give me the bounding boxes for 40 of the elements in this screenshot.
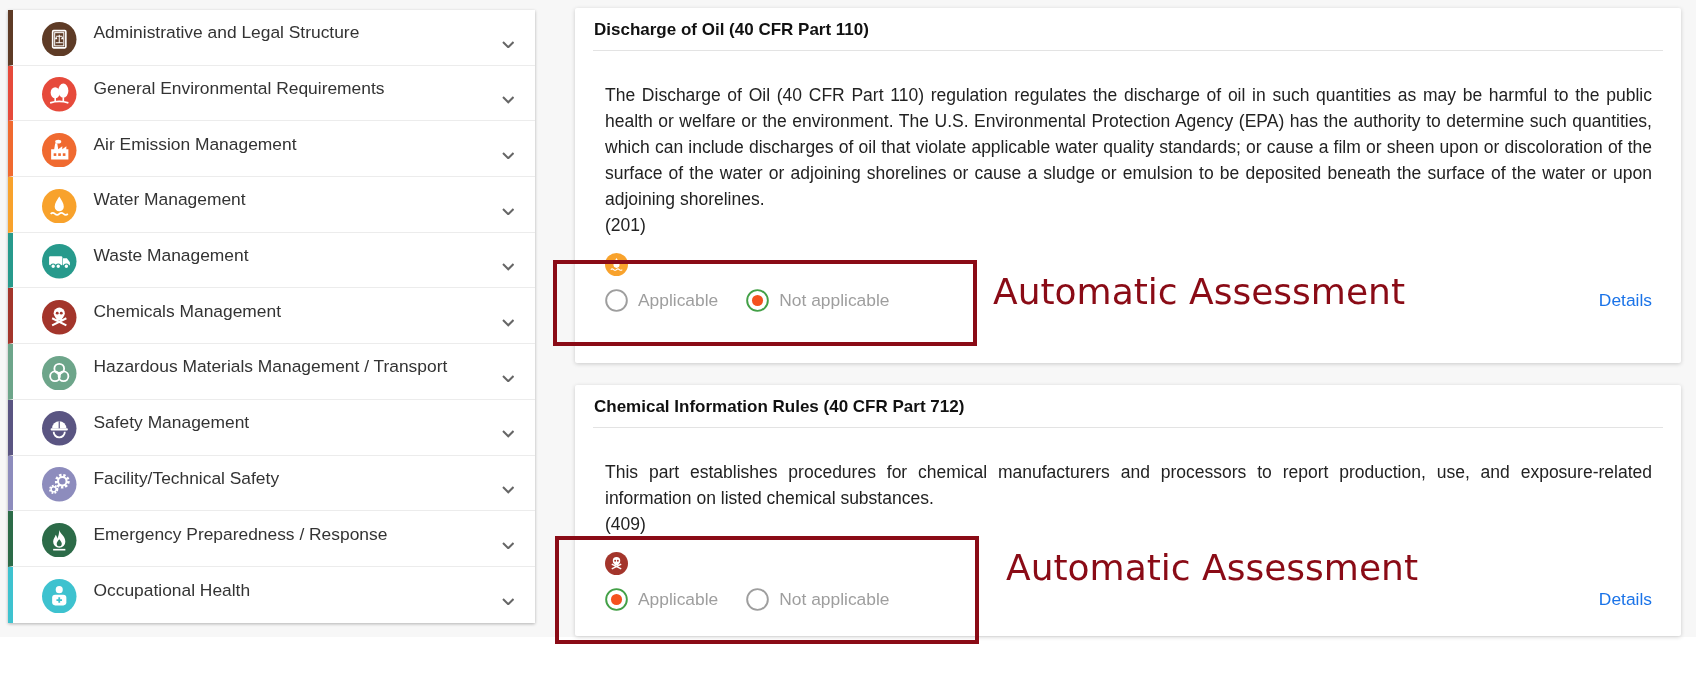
reference-number: (409) [605,512,647,536]
chevron-icon[interactable] [501,40,514,49]
chevron-icon[interactable] [501,541,514,550]
chevron-icon[interactable] [501,430,514,438]
radio-button[interactable] [746,289,770,312]
radio-button[interactable] [746,587,770,611]
reference-number: (201) [605,214,647,237]
chevron-icon[interactable] [501,151,514,160]
chevron-icon[interactable] [501,263,514,271]
radio-label: Not applicable [779,290,890,311]
radio-label: Not applicable [779,588,890,610]
card-title: Discharge of Oil (40 CFR Part 110) [593,20,870,40]
radio-button[interactable] [605,289,628,312]
radio-label: Applicable [638,588,719,610]
radio-label: Applicable [638,290,719,311]
details-link[interactable]: Details [1598,290,1652,311]
category-accordion-header[interactable]: Emergency Preparedness / Response [8,511,535,567]
category-accordion-header[interactable]: Occupational Health [8,566,535,623]
card-description: This part establishes procedures for chemical manufacturers and processors to report production, use, and exposure-related information on listed chemical substances. [605,460,1652,510]
category-accordion-header[interactable]: Waste Management [8,232,535,289]
chevron-icon[interactable] [501,207,514,216]
chevron-icon[interactable] [501,96,514,104]
category-accordion-header[interactable]: General Environmental Requirements [8,65,535,122]
annotation-label: Automatic Assessment [1006,545,1418,590]
category-accordion-header[interactable]: Administrative and Legal Structure [8,10,535,66]
category-accordion-header[interactable]: Facility/Technical Safety [8,455,535,512]
chevron-icon[interactable] [501,597,514,606]
chevron-icon[interactable] [501,319,514,327]
annotation-label: Automatic Assessment [993,270,1405,314]
card-title: Chemical Information Rules (40 CFR Part 712) [593,396,966,417]
details-link[interactable]: Details [1598,588,1652,610]
category-accordion-header[interactable]: Water Management [8,177,535,233]
chevron-icon[interactable] [501,374,514,383]
card-description: The Discharge of Oil (40 CFR Part 110) regulation regulates the discharge of oil in such quantities as may be harmful to the public health or welfare or the environment. The U.S. Environmental Protection Agency (EPA) has the authority to determine such quantities, which can include discharges of oil that violate applicable water quality standards; or cause a film or sheen upon or discoloration of the surface of the water or adjoining shorelines or cause a sludge or emulsion to be deposited beneath the surface of the water or upon adjoining shorelines. [605,84,1652,211]
category-accordion-header[interactable]: Chemicals Management [8,288,535,345]
category-accordion-header[interactable]: Safety Management [8,399,535,456]
radio-button[interactable] [605,587,628,611]
category-accordion-header[interactable]: Air Emission Management [8,121,535,178]
chevron-icon[interactable] [501,486,514,494]
category-accordion-header[interactable]: Hazardous Materials Management / Transport [8,344,535,400]
